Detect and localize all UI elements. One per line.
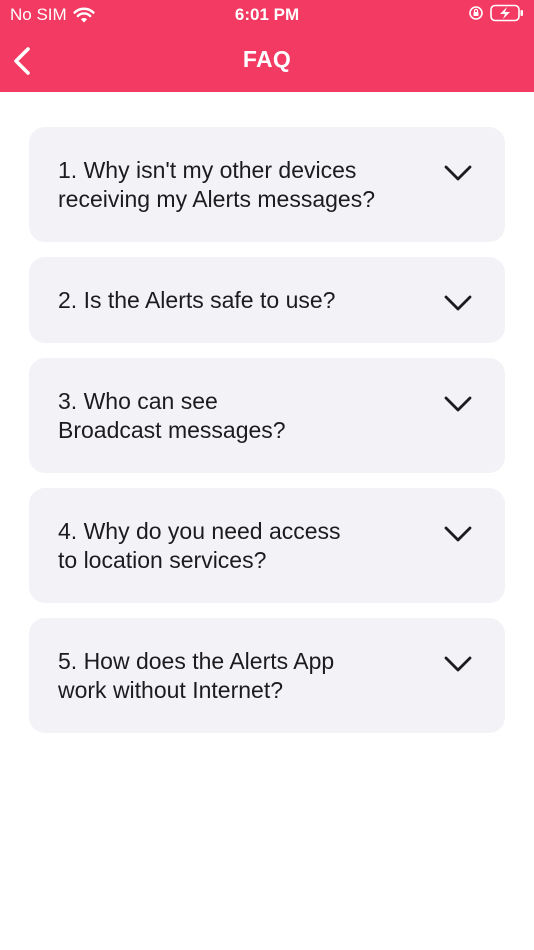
- chevron-down-icon: [444, 526, 472, 542]
- chevron-down-icon: [444, 295, 472, 311]
- faq-question: 5. How does the Alerts App work without …: [58, 648, 335, 703]
- status-bar: No SIM 6:01 PM: [0, 0, 534, 30]
- faq-question: 3. Who can see Broadcast messages?: [58, 388, 286, 443]
- faq-item-3[interactable]: 3. Who can see Broadcast messages?: [29, 358, 505, 473]
- faq-item-1[interactable]: 1. Why isn't my other devices receiving …: [29, 127, 505, 242]
- faq-question: 4. Why do you need access to location se…: [58, 518, 341, 573]
- chevron-down-icon: [444, 165, 472, 181]
- chevron-down-icon: [444, 656, 472, 672]
- page-title: FAQ: [242, 46, 292, 72]
- faq-question: 1. Why isn't my other devices receiving …: [58, 157, 376, 212]
- faq-item-2[interactable]: 2. Is the Alerts safe to use?: [29, 257, 505, 343]
- orientation-lock-icon: [469, 6, 483, 20]
- faq-item-5[interactable]: 5. How does the Alerts App work without …: [29, 618, 505, 733]
- chevron-down-icon: [444, 396, 472, 412]
- app-header: No SIM 6:01 PM FAQ: [0, 0, 534, 92]
- faq-list: 1. Why isn't my other devices receiving …: [29, 127, 505, 748]
- status-time: 6:01 PM: [234, 5, 300, 24]
- faq-question: 2. Is the Alerts safe to use?: [58, 287, 336, 313]
- status-indicators: [468, 4, 524, 22]
- faq-item-4[interactable]: 4. Why do you need access to location se…: [29, 488, 505, 603]
- battery-charging-icon: [490, 4, 523, 22]
